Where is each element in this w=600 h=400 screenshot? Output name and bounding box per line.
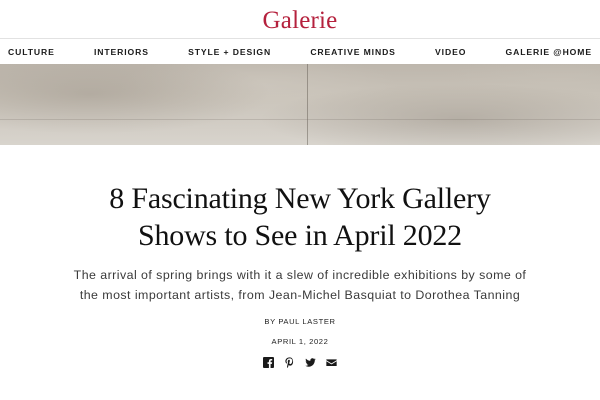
- hero-seam: [0, 119, 600, 120]
- site-header: Galerie CULTURE INTERIORS STYLE + DESIGN…: [0, 0, 600, 64]
- nav-item-video[interactable]: VIDEO: [435, 47, 466, 57]
- article-headline: 8 Fascinating New York Gallery Shows to …: [0, 180, 600, 254]
- dek-line: The arrival of spring brings with it a s…: [73, 268, 527, 282]
- site-logo[interactable]: Galerie: [263, 8, 338, 33]
- headline-line: Shows to See in April 2022: [138, 219, 462, 252]
- article-dek: The arrival of spring brings with it a s…: [0, 265, 600, 305]
- share-bar: [0, 357, 600, 368]
- hero-seam: [307, 64, 308, 145]
- main-nav: CULTURE INTERIORS STYLE + DESIGN CREATIV…: [0, 38, 600, 64]
- pinterest-icon[interactable]: [284, 357, 295, 368]
- article-header: 8 Fascinating New York Gallery Shows to …: [0, 180, 600, 368]
- nav-item-interiors[interactable]: INTERIORS: [94, 47, 149, 57]
- email-icon[interactable]: [326, 357, 337, 368]
- nav-item-galerie-home[interactable]: GALERIE @HOME: [506, 47, 592, 57]
- masthead: Galerie: [0, 0, 600, 38]
- article-byline[interactable]: BY PAUL LASTER: [0, 317, 600, 326]
- facebook-icon[interactable]: [263, 357, 274, 368]
- hero-image: [0, 64, 600, 145]
- nav-item-creative-minds[interactable]: CREATIVE MINDS: [310, 47, 396, 57]
- twitter-icon[interactable]: [305, 357, 316, 368]
- dek-line: the most important artists, from Jean-Mi…: [79, 288, 521, 302]
- headline-line: 8 Fascinating New York Gallery: [109, 182, 491, 215]
- nav-item-culture[interactable]: CULTURE: [8, 47, 55, 57]
- nav-item-style-design[interactable]: STYLE + DESIGN: [188, 47, 271, 57]
- article-date: APRIL 1, 2022: [271, 337, 329, 346]
